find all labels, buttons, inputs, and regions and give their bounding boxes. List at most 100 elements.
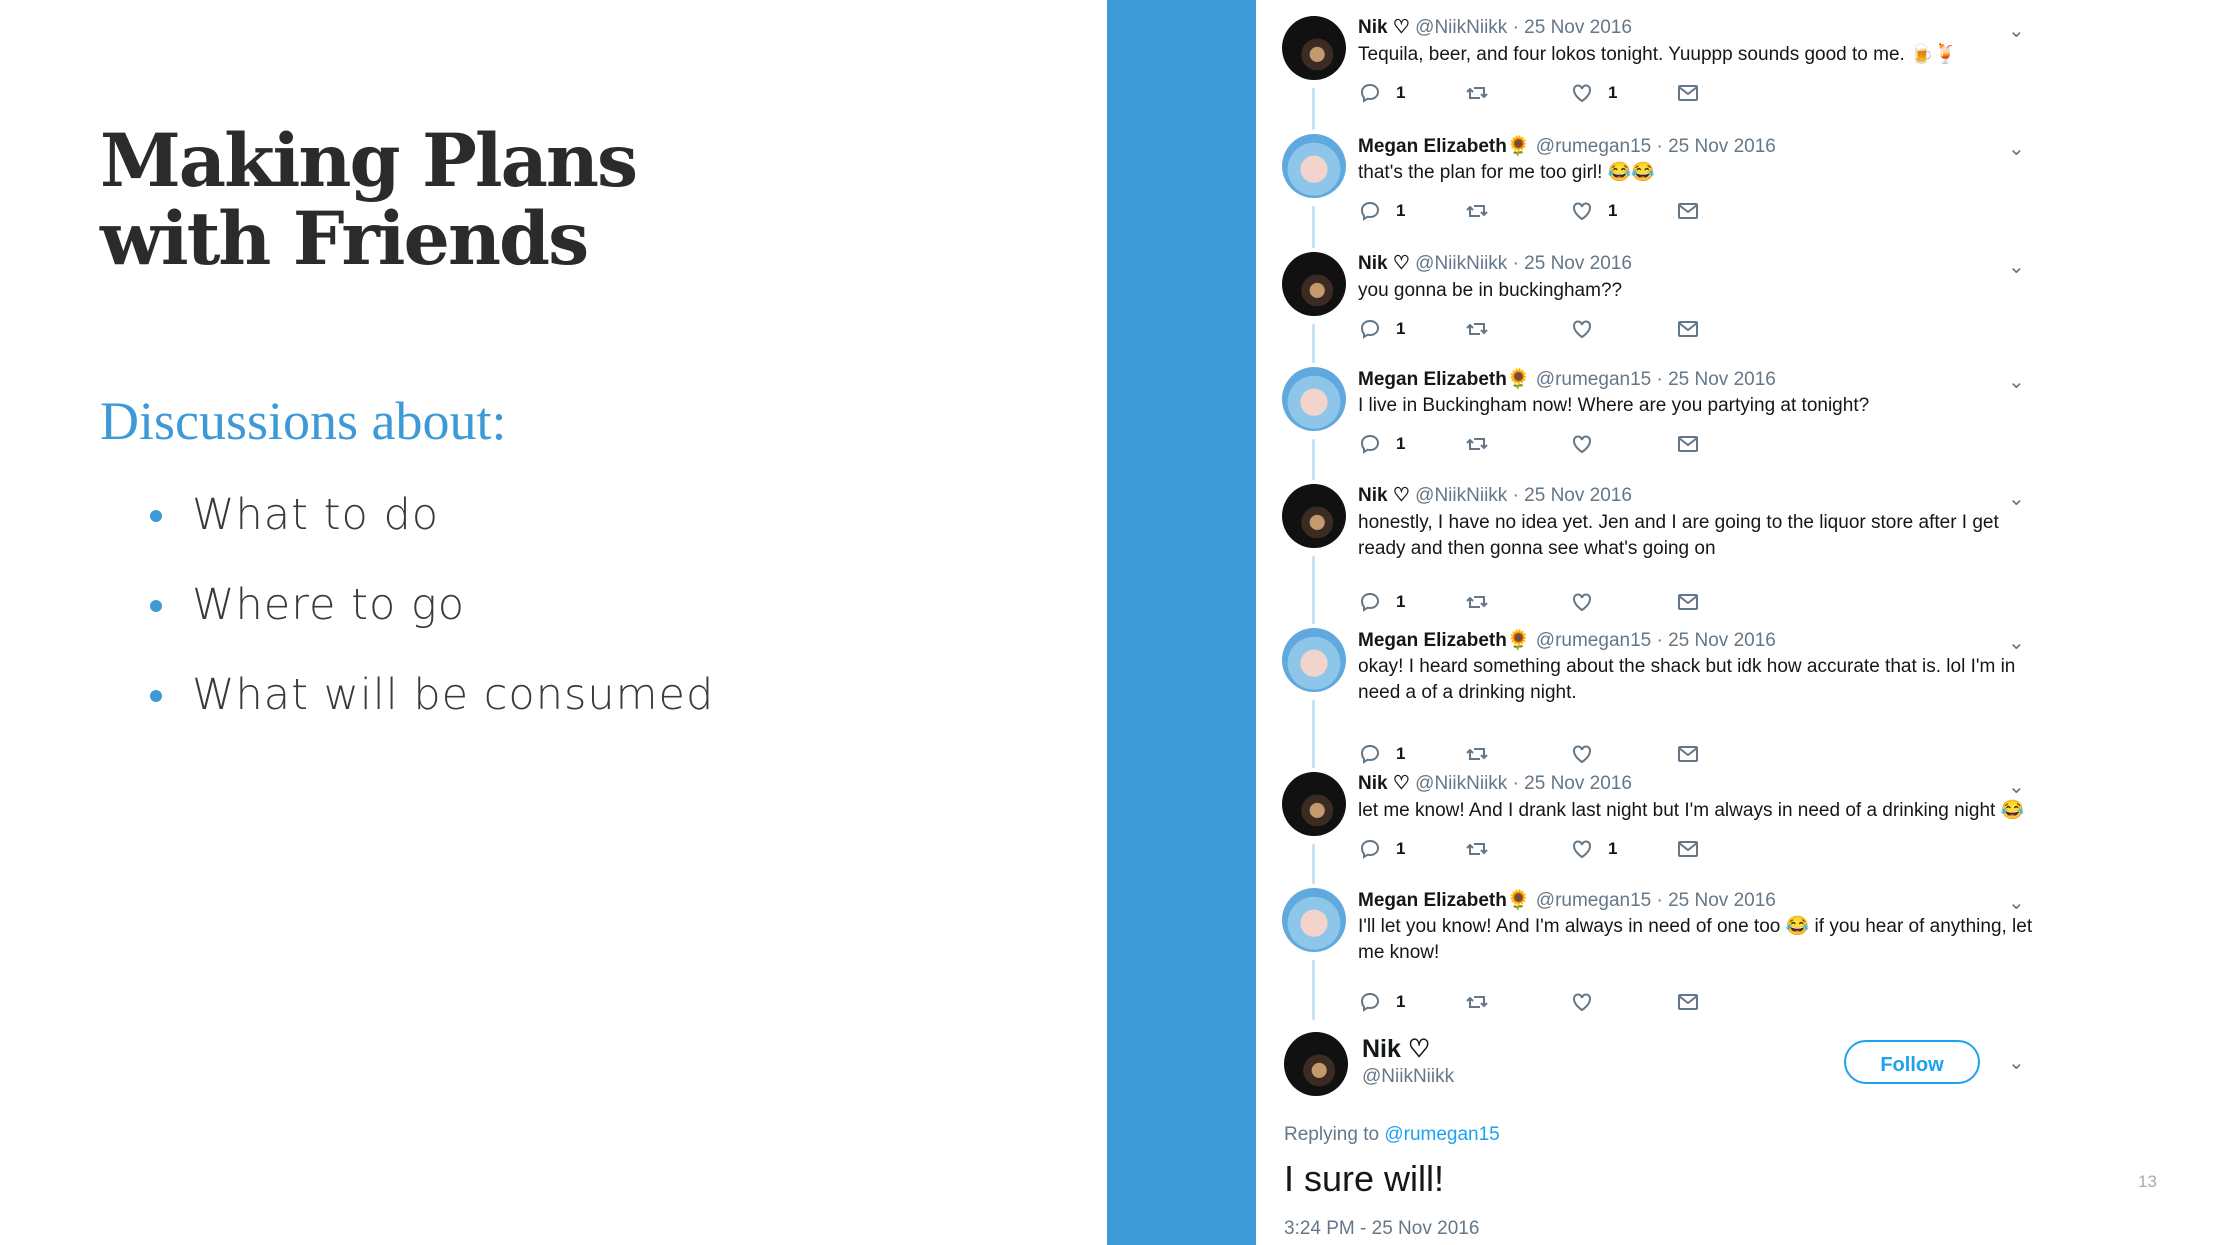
retweet-icon	[1466, 996, 1488, 1008]
chevron-down-icon[interactable]: ⌄	[2008, 369, 2025, 394]
reply-icon	[1360, 839, 1380, 859]
reply-button[interactable]: 1	[1358, 590, 1418, 614]
retweet-button[interactable]	[1464, 317, 1524, 341]
avatar[interactable]	[1282, 484, 1346, 548]
message-button[interactable]	[1676, 742, 1706, 766]
tweet-author-name[interactable]: Nik ♡	[1358, 17, 1410, 38]
tweet-text: I'll let you know! And I'm always in nee…	[1358, 916, 2033, 963]
reply-button[interactable]: 1	[1358, 742, 1418, 766]
tweet-text: that's the plan for me too girl! 😂😂	[1358, 162, 1656, 183]
like-button[interactable]	[1570, 590, 1630, 614]
main-tweet-timestamp[interactable]: 3:24 PM - 25 Nov 2016	[1284, 1218, 1479, 1240]
retweet-button[interactable]	[1464, 837, 1524, 861]
reply-button[interactable]: 1	[1358, 81, 1418, 105]
tweet-header: Megan Elizabeth🌻 @rumegan15 · 25 Nov 201…	[1358, 628, 1776, 652]
thread-line	[1312, 960, 1315, 1020]
mail-icon	[1678, 594, 1698, 610]
tweet-author-name[interactable]: Nik ♡	[1358, 485, 1410, 506]
thread-line	[1312, 700, 1315, 768]
tweet-author-name[interactable]: Nik ♡	[1358, 773, 1410, 794]
tweet-handle-date[interactable]: @NiikNiikk · 25 Nov 2016	[1415, 17, 1632, 38]
message-button[interactable]	[1676, 81, 1706, 105]
message-button[interactable]	[1676, 990, 1706, 1014]
retweet-icon	[1466, 596, 1488, 608]
retweet-button[interactable]	[1464, 81, 1524, 105]
like-button[interactable]: 1	[1570, 837, 1630, 861]
like-button[interactable]	[1570, 317, 1630, 341]
reply-button[interactable]: 1	[1358, 317, 1418, 341]
tweet-author-name[interactable]: Nik ♡	[1358, 253, 1410, 274]
retweet-button[interactable]	[1464, 432, 1524, 456]
chevron-down-icon[interactable]: ⌄	[2008, 890, 2025, 915]
avatar[interactable]	[1284, 1032, 1348, 1096]
chevron-down-icon[interactable]: ⌄	[2008, 486, 2025, 511]
like-icon	[1573, 84, 1591, 103]
mail-icon	[1678, 203, 1698, 219]
retweet-icon	[1466, 205, 1488, 217]
slide-title-line2: with Friends	[100, 196, 589, 282]
chevron-down-icon[interactable]: ⌄	[2008, 1050, 2025, 1075]
message-button[interactable]	[1676, 432, 1706, 456]
tweet-author-name[interactable]: Megan Elizabeth🌻	[1358, 369, 1531, 390]
bullet-dot-icon	[150, 510, 162, 522]
mail-icon	[1678, 746, 1698, 762]
chevron-down-icon[interactable]: ⌄	[2008, 630, 2025, 655]
retweet-button[interactable]	[1464, 590, 1524, 614]
like-button[interactable]: 1	[1570, 199, 1630, 223]
like-button[interactable]: 1	[1570, 81, 1630, 105]
tweet-handle-date[interactable]: @rumegan15 · 25 Nov 2016	[1536, 890, 1776, 911]
tweet-handle-date[interactable]: @NiikNiikk · 25 Nov 2016	[1415, 253, 1632, 274]
tweet-actions: 1	[1358, 742, 1758, 766]
like-button[interactable]	[1570, 742, 1630, 766]
tweet-handle-date[interactable]: @NiikNiikk · 25 Nov 2016	[1415, 485, 1632, 506]
tweet-header: Nik ♡ @NiikNiikk · 25 Nov 2016	[1358, 772, 1632, 795]
retweet-icon	[1466, 438, 1488, 450]
reply-button[interactable]: 1	[1358, 432, 1418, 456]
retweet-button[interactable]	[1464, 199, 1524, 223]
tweet-text: okay! I heard something about the shack …	[1358, 656, 2016, 703]
tweet-handle-date[interactable]: @rumegan15 · 25 Nov 2016	[1536, 630, 1776, 651]
tweet-handle-date[interactable]: @NiikNiikk · 25 Nov 2016	[1415, 773, 1632, 794]
avatar[interactable]	[1282, 16, 1346, 80]
tweet-handle-date[interactable]: @rumegan15 · 25 Nov 2016	[1536, 369, 1776, 390]
replying-to-link[interactable]: @rumegan15	[1384, 1124, 1499, 1145]
like-button[interactable]	[1570, 990, 1630, 1014]
reply-count: 1	[1396, 992, 1406, 1011]
message-button[interactable]	[1676, 590, 1706, 614]
avatar[interactable]	[1282, 888, 1346, 952]
reply-count: 1	[1396, 592, 1406, 611]
tweet-actions: 1	[1358, 317, 1758, 341]
avatar[interactable]	[1282, 252, 1346, 316]
reply-icon	[1360, 319, 1380, 339]
reply-button[interactable]: 1	[1358, 199, 1418, 223]
tweet-author-name[interactable]: Megan Elizabeth🌻	[1358, 136, 1531, 157]
chevron-down-icon[interactable]: ⌄	[2008, 136, 2025, 161]
follow-button[interactable]: Follow	[1844, 1040, 1980, 1084]
like-count: 1	[1608, 201, 1618, 220]
tweet-actions: 1 1	[1358, 81, 1758, 105]
tweet-handle-date[interactable]: @rumegan15 · 25 Nov 2016	[1536, 136, 1776, 157]
message-button[interactable]	[1676, 317, 1706, 341]
retweet-button[interactable]	[1464, 990, 1524, 1014]
tweet-author-name[interactable]: Megan Elizabeth🌻	[1358, 630, 1531, 651]
message-button[interactable]	[1676, 837, 1706, 861]
retweet-button[interactable]	[1464, 742, 1524, 766]
bullet-dot-icon	[150, 690, 162, 702]
main-tweet-name[interactable]: Nik ♡	[1362, 1034, 1430, 1064]
avatar[interactable]	[1282, 772, 1346, 836]
chevron-down-icon[interactable]: ⌄	[2008, 774, 2025, 799]
chevron-down-icon[interactable]: ⌄	[2008, 18, 2025, 43]
tweet-author-name[interactable]: Megan Elizabeth🌻	[1358, 890, 1531, 911]
message-button[interactable]	[1676, 199, 1706, 223]
avatar[interactable]	[1282, 367, 1346, 431]
main-tweet-handle[interactable]: @NiikNiikk	[1362, 1066, 1454, 1088]
bullet-text: Where to go	[192, 580, 466, 630]
avatar[interactable]	[1282, 628, 1346, 692]
like-button[interactable]	[1570, 432, 1630, 456]
chevron-down-icon[interactable]: ⌄	[2008, 254, 2025, 279]
avatar[interactable]	[1282, 134, 1346, 198]
reply-button[interactable]: 1	[1358, 990, 1418, 1014]
reply-button[interactable]: 1	[1358, 837, 1418, 861]
retweet-icon	[1466, 323, 1488, 335]
slide-title-line1: Making Plans	[100, 118, 638, 204]
